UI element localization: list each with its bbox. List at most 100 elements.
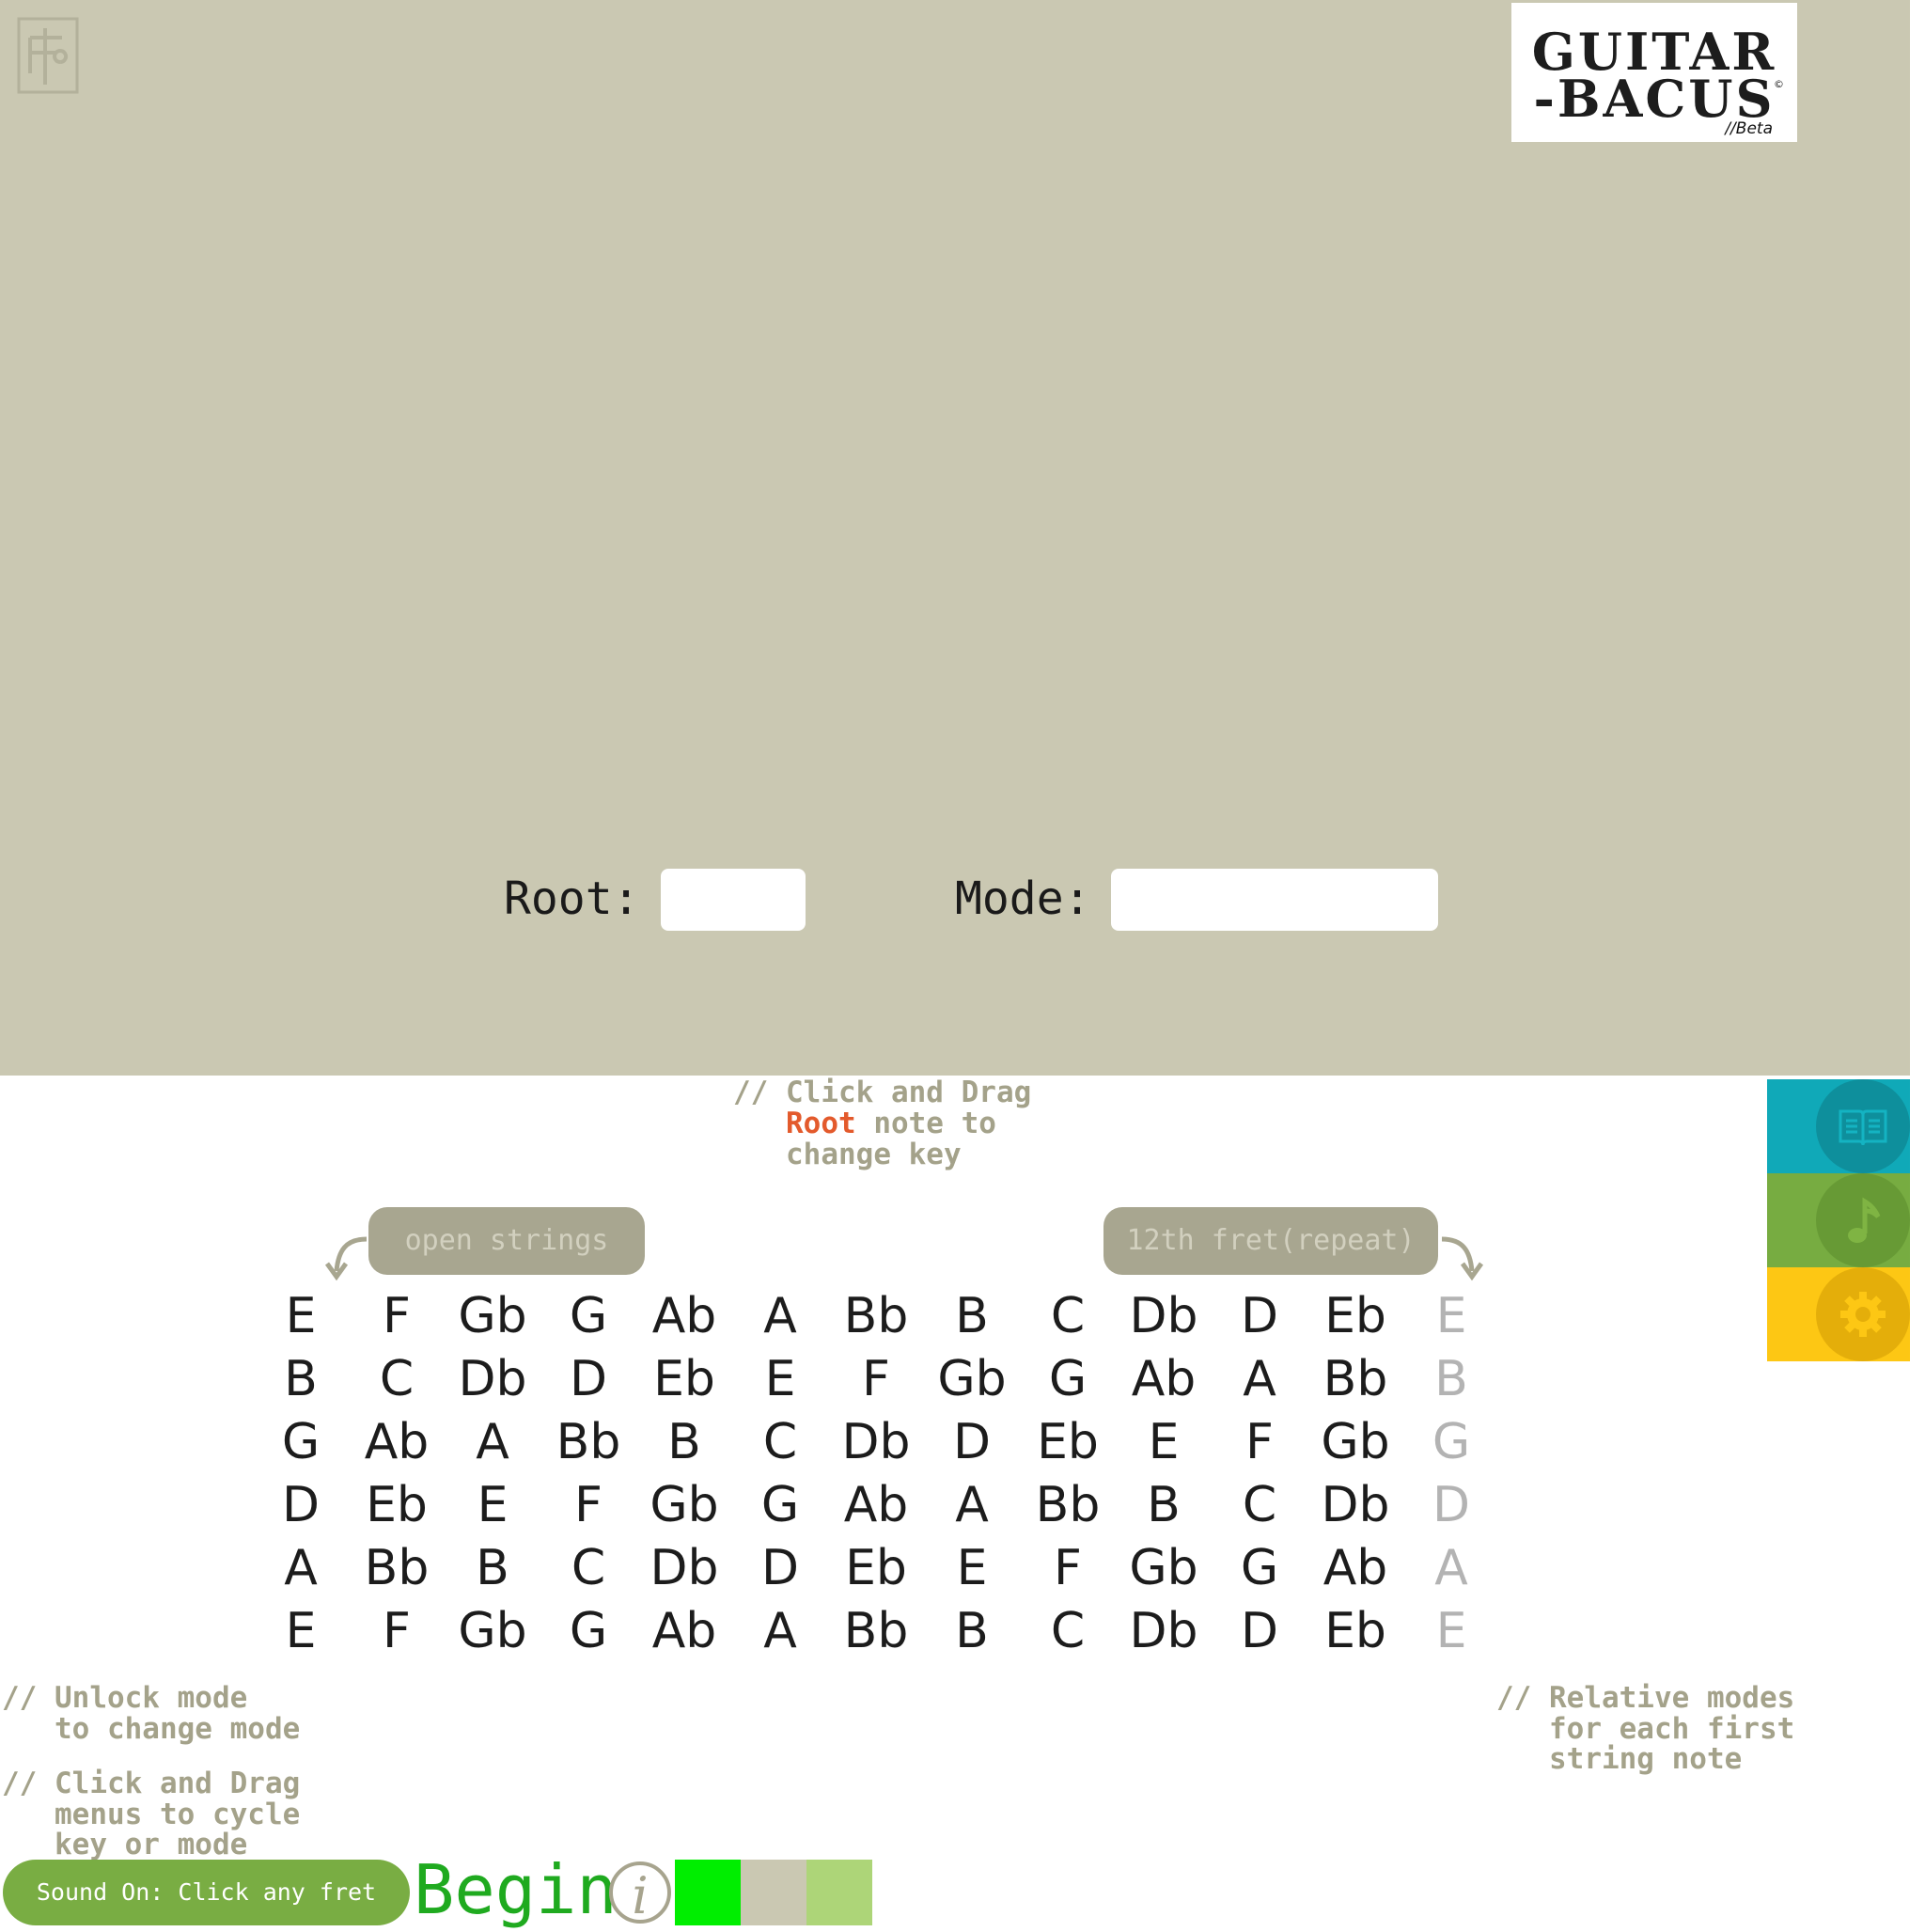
fret-note[interactable]: B bbox=[636, 1414, 732, 1470]
fret-note[interactable]: C bbox=[349, 1351, 445, 1407]
fret-note[interactable]: B bbox=[253, 1351, 349, 1407]
fret-note[interactable]: Bb bbox=[828, 1288, 924, 1344]
gear-icon bbox=[1816, 1267, 1910, 1361]
fret-note[interactable]: E bbox=[924, 1540, 1020, 1596]
fret-note[interactable]: F bbox=[828, 1351, 924, 1407]
fret-note[interactable]: Eb bbox=[636, 1351, 732, 1407]
book-icon bbox=[1816, 1079, 1910, 1173]
hint-line2-rest: note to bbox=[855, 1107, 996, 1140]
fret-note[interactable]: Bb bbox=[1020, 1477, 1116, 1533]
fret-note[interactable]: D bbox=[924, 1414, 1020, 1470]
fret-note[interactable]: D bbox=[732, 1540, 828, 1596]
fret-note[interactable]: Db bbox=[1116, 1603, 1212, 1659]
fret-note[interactable]: F bbox=[540, 1477, 636, 1533]
fret-note[interactable]: Gb bbox=[445, 1288, 540, 1344]
fret-note[interactable]: A bbox=[732, 1288, 828, 1344]
fret-note[interactable]: Ab bbox=[1116, 1351, 1212, 1407]
fret-note[interactable]: Bb bbox=[540, 1414, 636, 1470]
gear-menu-button[interactable] bbox=[1767, 1267, 1910, 1361]
root-select[interactable] bbox=[661, 869, 806, 931]
fret-note[interactable]: A bbox=[732, 1603, 828, 1659]
fret-note[interactable]: Eb bbox=[1307, 1603, 1403, 1659]
fret-note[interactable]: G bbox=[732, 1477, 828, 1533]
fret-note[interactable]: G bbox=[540, 1288, 636, 1344]
fret-note[interactable]: G bbox=[540, 1603, 636, 1659]
fret-note[interactable]: A bbox=[1403, 1540, 1499, 1596]
music-note-menu-button[interactable] bbox=[1767, 1173, 1910, 1267]
fret-note[interactable]: A bbox=[924, 1477, 1020, 1533]
mode-select[interactable] bbox=[1111, 869, 1438, 931]
fret-note[interactable]: F bbox=[1020, 1540, 1116, 1596]
fret-note[interactable]: Ab bbox=[349, 1414, 445, 1470]
fret-note[interactable]: A bbox=[445, 1414, 540, 1470]
fret-note[interactable]: B bbox=[924, 1603, 1020, 1659]
fret-note[interactable]: Eb bbox=[349, 1477, 445, 1533]
begin-button[interactable]: Begin bbox=[414, 1847, 618, 1932]
fret-note[interactable]: Db bbox=[1116, 1288, 1212, 1344]
fret-note[interactable]: E bbox=[253, 1288, 349, 1344]
fret-note[interactable]: E bbox=[732, 1351, 828, 1407]
info-icon[interactable]: i bbox=[609, 1861, 671, 1925]
fret-note[interactable]: Db bbox=[445, 1351, 540, 1407]
fret-note[interactable]: Gb bbox=[1307, 1414, 1403, 1470]
fret-note[interactable]: D bbox=[1212, 1288, 1307, 1344]
fret-note[interactable]: D bbox=[253, 1477, 349, 1533]
cycle-hint-line1: // Click and Drag bbox=[2, 1767, 301, 1800]
fret-note[interactable]: E bbox=[253, 1603, 349, 1659]
fret-note[interactable]: Eb bbox=[828, 1540, 924, 1596]
unlock-hint-line1: // Unlock mode bbox=[2, 1681, 248, 1715]
sound-toggle-button[interactable]: Sound On: Click any fret bbox=[3, 1860, 410, 1925]
drag-root-hint-line2: Root note to bbox=[786, 1108, 996, 1139]
fret-note[interactable]: E bbox=[445, 1477, 540, 1533]
fret-note[interactable]: F bbox=[349, 1288, 445, 1344]
fret-note[interactable]: Ab bbox=[636, 1603, 732, 1659]
fret-note[interactable]: Bb bbox=[1307, 1351, 1403, 1407]
fret-note[interactable]: G bbox=[253, 1414, 349, 1470]
music-note-icon bbox=[1816, 1173, 1910, 1267]
fret-note[interactable]: Db bbox=[1307, 1477, 1403, 1533]
fret-note[interactable]: F bbox=[349, 1603, 445, 1659]
fret-note[interactable]: Ab bbox=[1307, 1540, 1403, 1596]
book-menu-button[interactable] bbox=[1767, 1079, 1910, 1173]
color-swatch[interactable] bbox=[806, 1860, 872, 1925]
sf-logo-icon[interactable] bbox=[17, 17, 79, 94]
fret-note[interactable]: Bb bbox=[828, 1603, 924, 1659]
fret-note[interactable]: Gb bbox=[445, 1603, 540, 1659]
fret-note[interactable]: E bbox=[1116, 1414, 1212, 1470]
fret-note[interactable]: C bbox=[732, 1414, 828, 1470]
fret-note[interactable]: Gb bbox=[636, 1477, 732, 1533]
fret-note[interactable]: Gb bbox=[924, 1351, 1020, 1407]
fret-note[interactable]: Ab bbox=[828, 1477, 924, 1533]
brand-registered: © bbox=[1774, 78, 1784, 90]
fret-note[interactable]: G bbox=[1403, 1414, 1499, 1470]
color-swatch[interactable] bbox=[741, 1860, 806, 1925]
fret-note[interactable]: B bbox=[1403, 1351, 1499, 1407]
fret-note[interactable]: C bbox=[1020, 1603, 1116, 1659]
fret-note[interactable]: Eb bbox=[1020, 1414, 1116, 1470]
fret-note[interactable]: Bb bbox=[349, 1540, 445, 1596]
fret-note[interactable]: Db bbox=[636, 1540, 732, 1596]
fret-note[interactable]: E bbox=[1403, 1603, 1499, 1659]
fret-note[interactable]: B bbox=[1116, 1477, 1212, 1533]
fret-note[interactable]: F bbox=[1212, 1414, 1307, 1470]
fret-note[interactable]: G bbox=[1020, 1351, 1116, 1407]
relative-hint-line2: for each first bbox=[1496, 1712, 1795, 1746]
fret-note[interactable]: B bbox=[445, 1540, 540, 1596]
fret-note[interactable]: Gb bbox=[1116, 1540, 1212, 1596]
fret-note[interactable]: A bbox=[253, 1540, 349, 1596]
fret-note[interactable]: B bbox=[924, 1288, 1020, 1344]
color-swatch[interactable] bbox=[675, 1860, 741, 1925]
fret-note[interactable]: Db bbox=[828, 1414, 924, 1470]
fret-note[interactable]: G bbox=[1212, 1540, 1307, 1596]
fret-note[interactable]: Eb bbox=[1307, 1288, 1403, 1344]
drag-root-hint: // Click and Drag bbox=[733, 1077, 1031, 1108]
fret-note[interactable]: D bbox=[540, 1351, 636, 1407]
fret-note[interactable]: C bbox=[1020, 1288, 1116, 1344]
fret-note[interactable]: Ab bbox=[636, 1288, 732, 1344]
fret-note[interactable]: D bbox=[1403, 1477, 1499, 1533]
fret-note[interactable]: C bbox=[1212, 1477, 1307, 1533]
fret-note[interactable]: D bbox=[1212, 1603, 1307, 1659]
fret-note[interactable]: A bbox=[1212, 1351, 1307, 1407]
fret-note[interactable]: C bbox=[540, 1540, 636, 1596]
fret-note[interactable]: E bbox=[1403, 1288, 1499, 1344]
